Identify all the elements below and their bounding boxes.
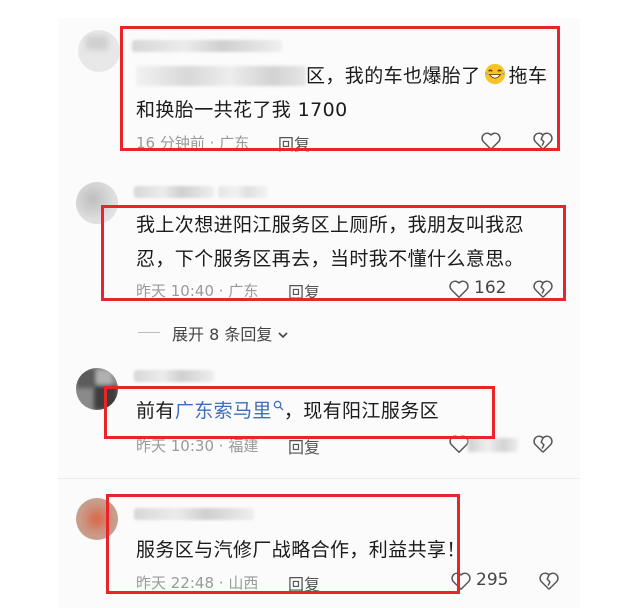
divider xyxy=(58,478,580,479)
comment-thread-screenshot: 区，我的车也爆胎了 拖车 和换胎一共花了我 1700 16 分钟前 · 广东 回… xyxy=(0,0,640,608)
like-count-blurred xyxy=(468,438,518,452)
comment-time: 昨天 10:30 xyxy=(136,437,214,455)
highlight-box xyxy=(120,26,560,151)
avatar[interactable] xyxy=(78,30,120,72)
username-blurred[interactable] xyxy=(134,186,214,198)
highlight-box xyxy=(101,205,566,301)
username-blurred-extra xyxy=(218,186,268,198)
dislike-broken-heart-icon[interactable] xyxy=(532,433,554,455)
username-blurred[interactable] xyxy=(134,370,214,382)
comment-region: 福建 xyxy=(228,437,259,455)
expand-replies-label: 展开 8 条回复 xyxy=(172,325,273,344)
highlight-box xyxy=(106,494,460,594)
highlight-box xyxy=(104,386,495,439)
like-count: 295 xyxy=(476,570,509,590)
divider xyxy=(138,332,160,333)
separator: · xyxy=(218,437,224,455)
expand-replies-button[interactable]: 展开 8 条回复 xyxy=(172,321,289,345)
dislike-broken-heart-icon[interactable] xyxy=(538,570,560,592)
chevron-down-icon xyxy=(278,332,289,339)
